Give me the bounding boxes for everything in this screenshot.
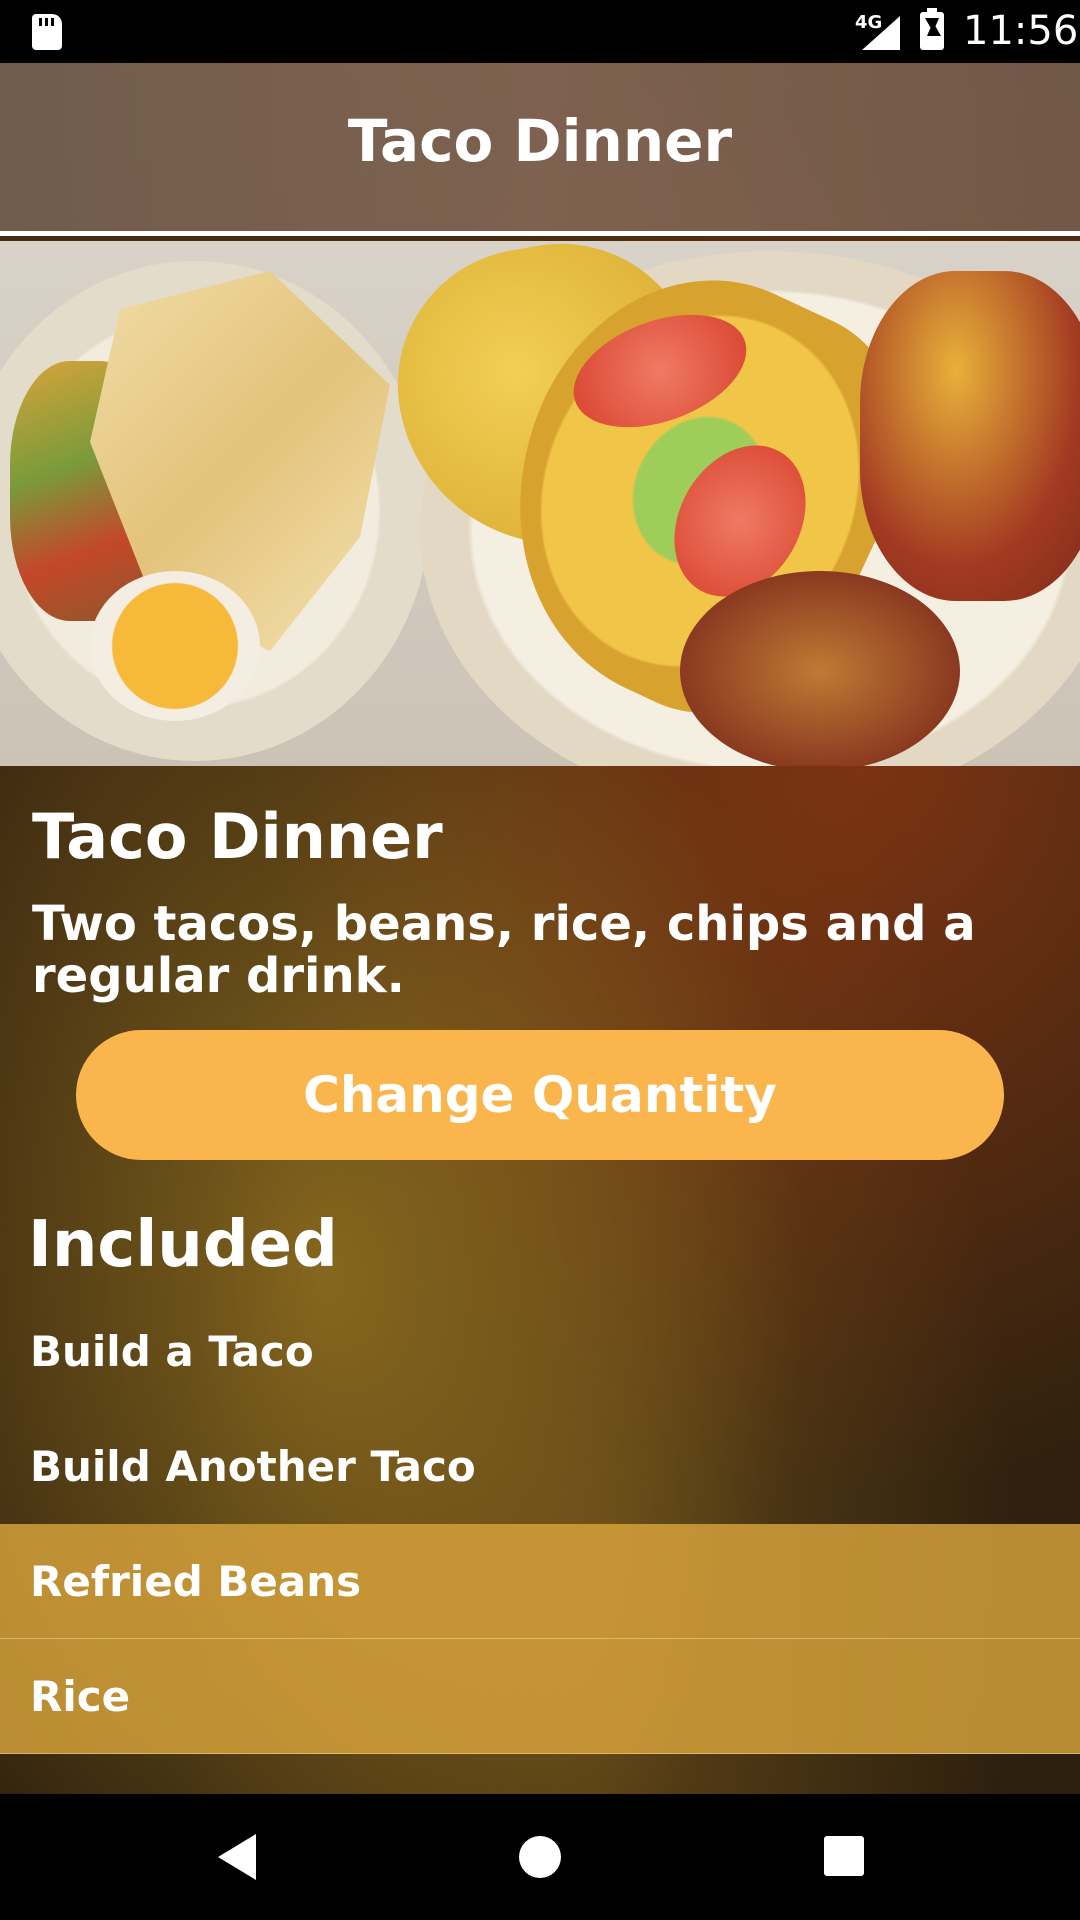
home-icon[interactable] [519,1836,561,1878]
item-detail-screen: Taco Dinner Taco Dinner Two tacos, beans… [0,63,1080,1794]
page-title: Taco Dinner [347,107,733,175]
included-item-build-another-taco[interactable]: Build Another Taco [0,1409,1080,1524]
beans-and-rice [680,571,960,766]
change-quantity-button[interactable]: Change Quantity [76,1030,1004,1160]
cheese-dip [90,571,260,721]
recents-icon[interactable] [824,1836,864,1876]
included-items-list: Build a Taco Build Another Taco Refried … [0,1294,1080,1754]
enchilada [860,271,1080,601]
food-photo [0,241,1080,766]
clock: 11:56 [963,8,1079,54]
sd-card-icon [32,14,62,50]
item-description: Two tacos, beans, rice, chips and a regu… [32,896,976,1004]
included-item-build-a-taco[interactable]: Build a Taco [0,1294,1080,1409]
included-item-rice[interactable]: Rice [0,1639,1080,1754]
charging-bolt-icon [927,22,941,36]
item-name: Taco Dinner [32,800,443,873]
signal-icon [862,16,900,50]
status-bar: 4G 11:56 [0,0,1080,63]
included-item-refried-beans[interactable]: Refried Beans [0,1524,1080,1639]
navigation-bar [0,1794,1080,1920]
included-section-title: Included [28,1208,338,1282]
header-divider [0,231,1080,236]
app-header: Taco Dinner [0,63,1080,231]
back-icon[interactable] [218,1834,256,1880]
